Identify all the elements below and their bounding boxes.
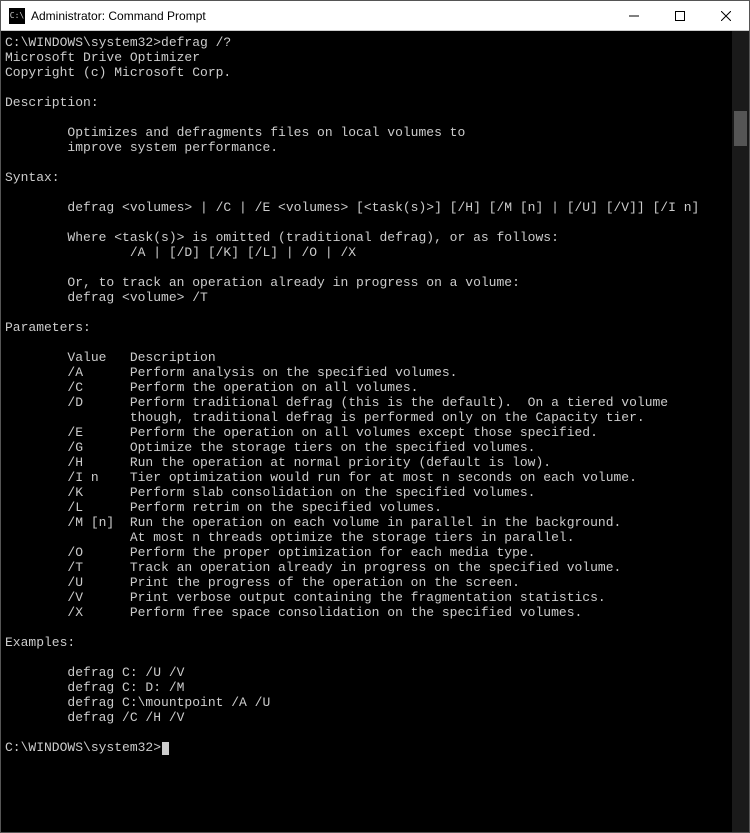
command-prompt-window: C:\ Administrator: Command Prompt C:\WIN… [0,0,750,833]
minimize-icon [629,11,639,21]
line: Microsoft Drive Optimizer [5,50,200,65]
line: /C Perform the operation on all volumes. [5,380,418,395]
maximize-button[interactable] [657,1,703,30]
line: Where <task(s)> is omitted (traditional … [5,230,559,245]
line: /V Print verbose output containing the f… [5,590,606,605]
line: /I n Tier optimization would run for at … [5,470,637,485]
line: defrag C: D: /M [5,680,184,695]
line: Examples: [5,635,75,650]
line: /K Perform slab consolidation on the spe… [5,485,536,500]
line: improve system performance. [5,140,278,155]
line: Syntax: [5,170,60,185]
window-title: Administrator: Command Prompt [31,9,611,23]
line: Description: [5,95,99,110]
line: defrag <volume> /T [5,290,208,305]
line: though, traditional defrag is performed … [5,410,645,425]
prompt[interactable]: C:\WINDOWS\system32> [5,740,169,755]
cmd-icon-text: C:\ [10,12,24,20]
line: Or, to track an operation already in pro… [5,275,520,290]
line: /L Perform retrim on the specified volum… [5,500,442,515]
line: Value Description [5,350,216,365]
scrollbar-thumb[interactable] [734,111,747,146]
maximize-icon [675,11,685,21]
minimize-button[interactable] [611,1,657,30]
window-controls [611,1,749,30]
terminal-area: C:\WINDOWS\system32>defrag /? Microsoft … [1,31,749,832]
line: Parameters: [5,320,91,335]
line: /E Perform the operation on all volumes … [5,425,598,440]
line: defrag /C /H /V [5,710,184,725]
line: /T Track an operation already in progres… [5,560,621,575]
cursor [162,742,169,755]
line: /O Perform the proper optimization for e… [5,545,536,560]
close-button[interactable] [703,1,749,30]
line: /A Perform analysis on the specified vol… [5,365,457,380]
line: /A | [/D] [/K] [/L] | /O | /X [5,245,356,260]
line: /M [n] Run the operation on each volume … [5,515,621,530]
line: defrag C: /U /V [5,665,184,680]
line: defrag <volumes> | /C | /E <volumes> [<t… [5,200,699,215]
line: /H Run the operation at normal priority … [5,455,551,470]
line: /D Perform traditional defrag (this is t… [5,395,668,410]
cmd-icon: C:\ [9,8,25,24]
line: /G Optimize the storage tiers on the spe… [5,440,536,455]
line: Optimizes and defragments files on local… [5,125,465,140]
line: /X Perform free space consolidation on t… [5,605,582,620]
line: /U Print the progress of the operation o… [5,575,520,590]
titlebar[interactable]: C:\ Administrator: Command Prompt [1,1,749,31]
line: defrag C:\mountpoint /A /U [5,695,270,710]
line: C:\WINDOWS\system32>defrag /? [5,35,231,50]
terminal-output[interactable]: C:\WINDOWS\system32>defrag /? Microsoft … [1,31,732,832]
prompt-text: C:\WINDOWS\system32> [5,740,161,755]
line: Copyright (c) Microsoft Corp. [5,65,231,80]
scrollbar[interactable] [732,31,749,832]
line: At most n threads optimize the storage t… [5,530,575,545]
close-icon [721,11,731,21]
